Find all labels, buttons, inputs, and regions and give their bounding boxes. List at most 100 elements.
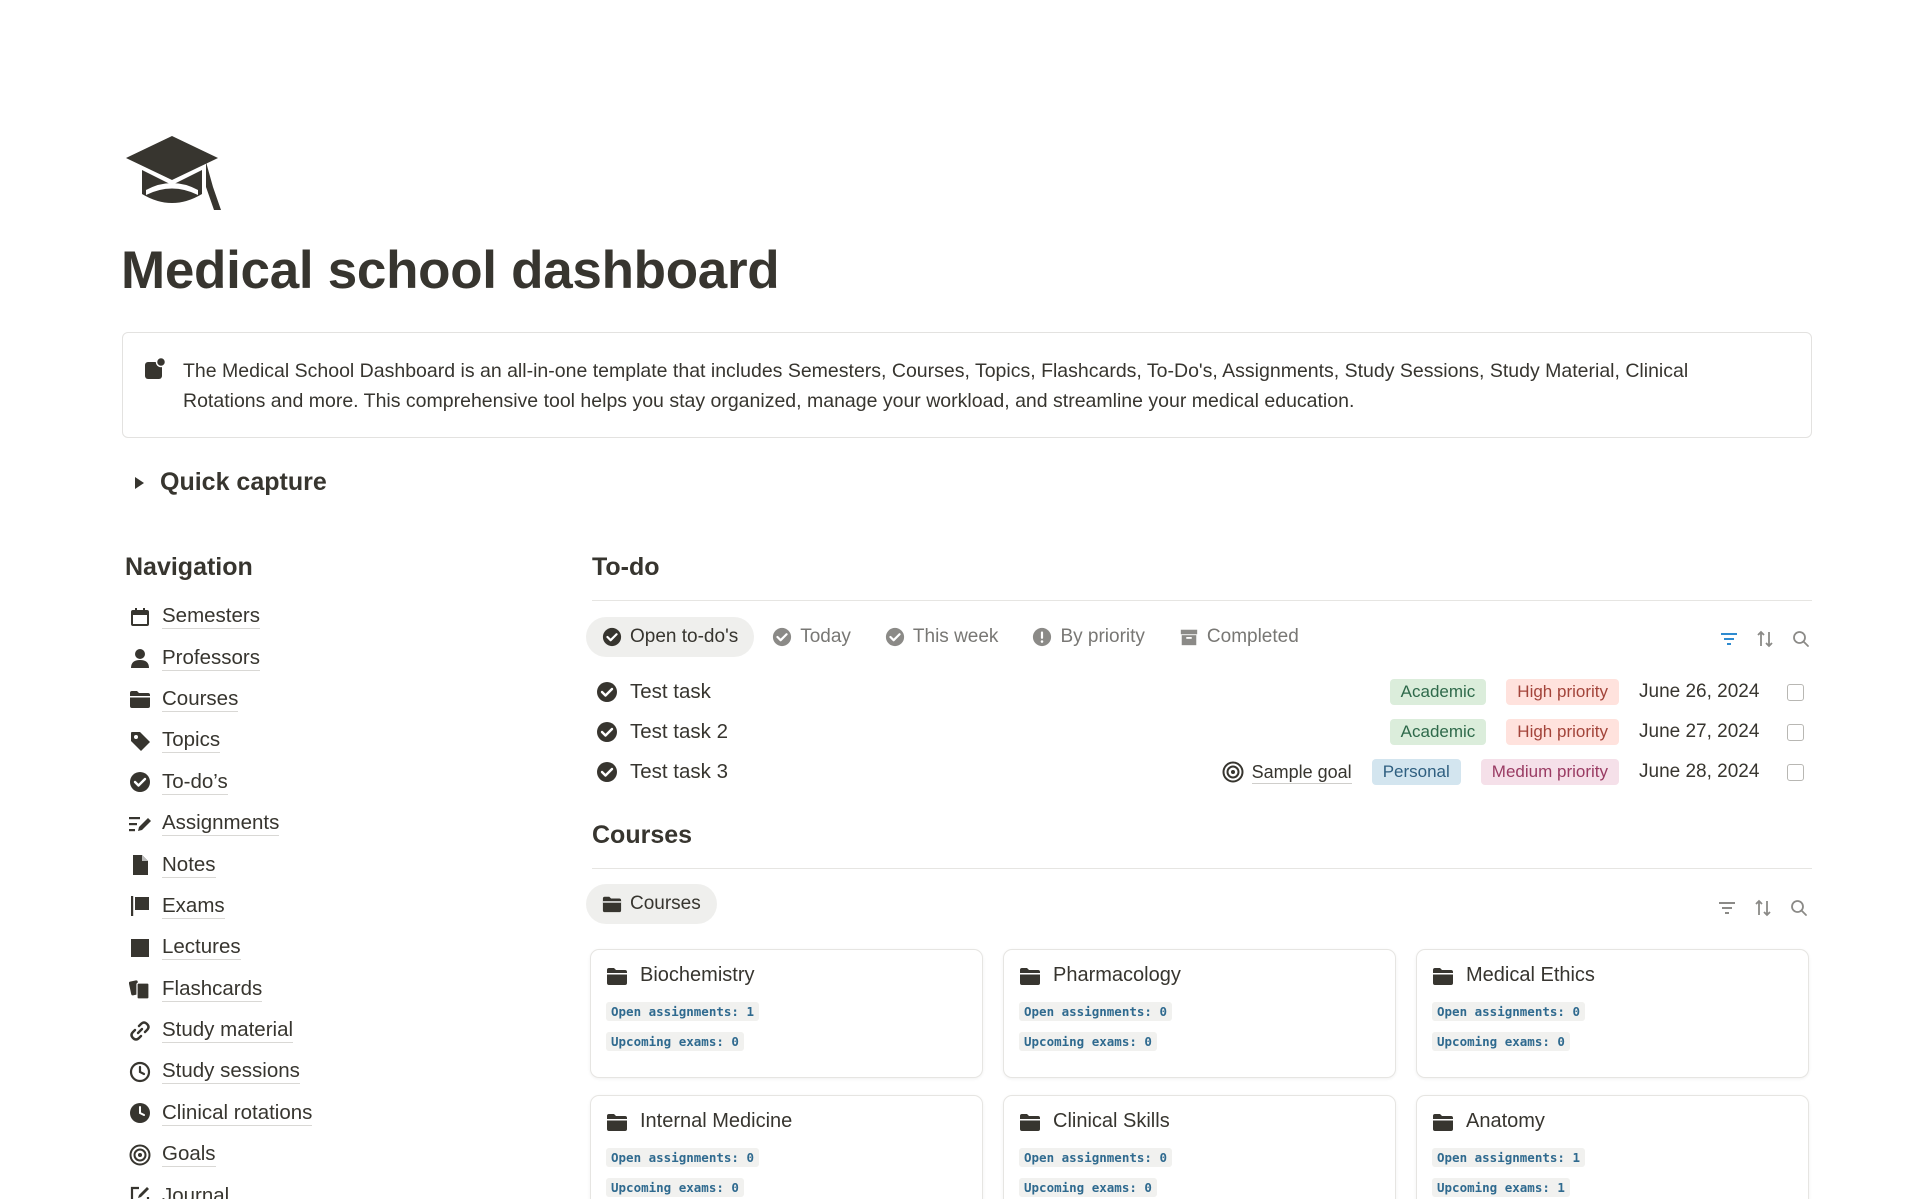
- nav-label[interactable]: Study sessions: [162, 1059, 300, 1085]
- nav-item-clinical-rotations[interactable]: Clinical rotations: [128, 1093, 313, 1134]
- open-assignments: Open assignments: 1: [606, 1002, 759, 1021]
- nav-item-topics[interactable]: Topics: [128, 720, 312, 761]
- nav-item-notes[interactable]: Notes: [128, 844, 312, 885]
- todo-view-tools: [1704, 628, 1812, 650]
- due-date: June 26, 2024: [1639, 681, 1760, 702]
- search-icon[interactable]: [1788, 897, 1810, 919]
- cards-icon: [128, 977, 152, 1001]
- course-card[interactable]: Pharmacology Open assignments: 0 Upcomin…: [1003, 949, 1396, 1078]
- priority-tag: Medium priority: [1480, 759, 1619, 785]
- navigation-heading: Navigation: [125, 553, 253, 581]
- course-title: Clinical Skills: [1053, 1110, 1170, 1132]
- caret-right-icon[interactable]: [130, 474, 148, 492]
- nav-item-semesters[interactable]: Semesters: [128, 596, 312, 637]
- due-date: June 28, 2024: [1639, 761, 1760, 782]
- sort-icon[interactable]: [1754, 628, 1776, 650]
- nav-label[interactable]: Courses: [162, 687, 239, 712]
- nav-label[interactable]: Study material: [162, 1018, 294, 1044]
- course-card[interactable]: Clinical Skills Open assignments: 0 Upco…: [1003, 1095, 1396, 1199]
- flag-icon: [128, 894, 152, 918]
- nav-label[interactable]: Topics: [162, 728, 221, 754]
- nav-label[interactable]: Assignments: [162, 811, 280, 837]
- category-tag: Personal: [1371, 759, 1461, 785]
- nav-item-study-material[interactable]: Study material: [128, 1010, 312, 1051]
- nav-label[interactable]: Notes: [162, 853, 216, 878]
- nav-label[interactable]: To-do’s: [162, 770, 228, 795]
- quick-capture-toggle[interactable]: Quick capture: [130, 468, 327, 497]
- archive-icon: [1179, 627, 1199, 647]
- todo-row[interactable]: Test task 3 Sample goal Personal Medium …: [596, 752, 1812, 792]
- tab-label: By priority: [1060, 626, 1145, 647]
- todo-title[interactable]: Test task 3: [630, 760, 1222, 784]
- filter-icon[interactable]: [1718, 628, 1740, 650]
- nav-label[interactable]: Goals: [162, 1142, 216, 1168]
- tab-by-priority[interactable]: By priority: [1016, 617, 1160, 657]
- check-circle-icon[interactable]: [596, 721, 618, 743]
- folder-icon: [606, 965, 628, 987]
- sort-icon[interactable]: [1752, 897, 1774, 919]
- nav-item-goals[interactable]: Goals: [128, 1134, 312, 1175]
- priority-tag: High priority: [1506, 719, 1619, 745]
- nav-item-professors[interactable]: Professors: [128, 637, 312, 678]
- target-icon: [1222, 761, 1244, 783]
- goal-link[interactable]: Sample goal: [1222, 761, 1352, 784]
- check-circle-icon[interactable]: [596, 681, 618, 703]
- nav-item-lectures[interactable]: Lectures: [128, 927, 312, 968]
- compose-icon: [128, 1184, 152, 1199]
- nav-item-study-sessions[interactable]: Study sessions: [128, 1051, 312, 1092]
- nav-item-exams[interactable]: Exams: [128, 886, 312, 927]
- check-circle-icon[interactable]: [596, 761, 618, 783]
- course-title: Anatomy: [1466, 1110, 1545, 1132]
- tab-courses[interactable]: Courses: [586, 884, 717, 924]
- done-checkbox[interactable]: [1787, 723, 1804, 741]
- upcoming-exams: Upcoming exams: 0: [606, 1178, 744, 1197]
- open-assignments: Open assignments: 0: [1019, 1148, 1172, 1167]
- course-card[interactable]: Medical Ethics Open assignments: 0 Upcom…: [1416, 949, 1809, 1078]
- tab-label: Open to-do's: [630, 626, 739, 647]
- tab-open-todos[interactable]: Open to-do's: [586, 617, 755, 657]
- filter-icon[interactable]: [1716, 897, 1738, 919]
- open-assignments: Open assignments: 0: [1019, 1002, 1172, 1021]
- course-card[interactable]: Biochemistry Open assignments: 1 Upcomin…: [590, 949, 983, 1078]
- nav-label[interactable]: Lectures: [162, 935, 241, 961]
- nav-label[interactable]: Flashcards: [162, 977, 263, 1002]
- todo-view-tabs: Open to-do's Today This week By priority…: [586, 617, 1317, 657]
- course-card[interactable]: Internal Medicine Open assignments: 0 Up…: [590, 1095, 983, 1199]
- course-title: Pharmacology: [1053, 964, 1181, 986]
- todo-title[interactable]: Test task: [630, 680, 1390, 704]
- graduation-cap-icon[interactable]: [122, 132, 222, 212]
- upcoming-exams: Upcoming exams: 0: [606, 1032, 744, 1051]
- priority-tag: High priority: [1506, 679, 1619, 705]
- nav-label[interactable]: Journal: [162, 1184, 229, 1199]
- courses-gallery: Biochemistry Open assignments: 1 Upcomin…: [590, 949, 1809, 1199]
- goal-label[interactable]: Sample goal: [1251, 761, 1352, 784]
- nav-label[interactable]: Professors: [162, 646, 260, 671]
- todo-row[interactable]: Test task Academic High priority June 26…: [596, 672, 1812, 712]
- nav-item-journal[interactable]: Journal: [128, 1175, 312, 1199]
- check-circle-icon: [772, 627, 792, 647]
- done-checkbox[interactable]: [1787, 683, 1804, 701]
- nav-item-flashcards[interactable]: Flashcards: [128, 969, 312, 1010]
- course-card[interactable]: Anatomy Open assignments: 1 Upcoming exa…: [1416, 1095, 1809, 1199]
- nav-item-todos[interactable]: To-do’s: [128, 762, 312, 803]
- upcoming-exams: Upcoming exams: 0: [1019, 1178, 1157, 1197]
- todo-row[interactable]: Test task 2 Academic High priority June …: [596, 712, 1812, 752]
- search-icon[interactable]: [1790, 628, 1812, 650]
- document-icon: [128, 853, 152, 877]
- callout-text: The Medical School Dashboard is an all-i…: [183, 360, 1689, 412]
- tab-today[interactable]: Today: [756, 617, 867, 657]
- folder-icon: [1019, 965, 1041, 987]
- done-checkbox[interactable]: [1787, 763, 1804, 781]
- nav-label[interactable]: Clinical rotations: [162, 1101, 313, 1126]
- nav-item-assignments[interactable]: Assignments: [128, 803, 312, 844]
- check-circle-icon: [602, 627, 622, 647]
- tab-label: This week: [912, 626, 999, 647]
- nav-item-courses[interactable]: Courses: [128, 679, 312, 720]
- tab-this-week[interactable]: This week: [869, 617, 1015, 657]
- tab-label: Today: [800, 626, 851, 647]
- todo-title[interactable]: Test task 2: [630, 720, 1390, 744]
- nav-label[interactable]: Semesters: [162, 604, 260, 630]
- nav-label[interactable]: Exams: [162, 894, 225, 919]
- courses-view-tabs: Courses: [586, 884, 719, 924]
- tab-completed[interactable]: Completed: [1163, 617, 1315, 657]
